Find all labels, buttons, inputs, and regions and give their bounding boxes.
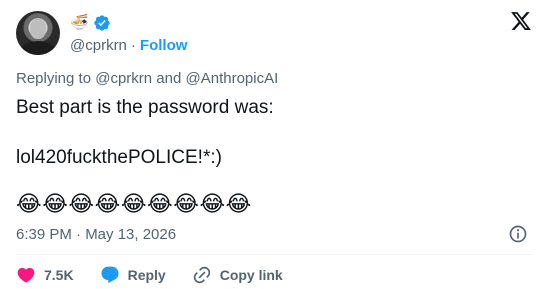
reply-conjunction: and — [156, 70, 182, 87]
reply-bubble-icon — [101, 266, 119, 284]
reply-mention-1[interactable]: @cprkrn — [95, 70, 152, 87]
handle-separator: · — [130, 37, 136, 54]
tweet-actions-bar: 7.5K Reply Copy link — [16, 264, 309, 286]
heart-icon — [17, 267, 35, 283]
follow-button[interactable]: Follow — [140, 37, 188, 55]
like-count: 7.5K — [44, 267, 74, 283]
replying-to-line: Replying to @cprkrn and @AnthropicAI — [16, 70, 278, 88]
tweet-emoji-row: 😂😂😂😂😂😂😂😂😂 — [16, 191, 252, 216]
tweet-timestamp[interactable]: 6:39 PM · May 13, 2026 — [16, 226, 176, 244]
link-icon — [193, 266, 210, 284]
actions-divider — [16, 254, 532, 255]
avatar[interactable] — [16, 11, 60, 55]
embedded-tweet-card: 🍜 @cprkrn · Follow Replying to @cprkrn a… — [0, 0, 548, 289]
reply-button[interactable]: Reply — [100, 265, 166, 285]
avatar-shoulders — [20, 41, 56, 55]
info-icon[interactable] — [508, 224, 528, 244]
copy-link-label: Copy link — [219, 267, 283, 283]
tweet-text-line-1: Best part is the password was: — [16, 97, 274, 118]
reply-label: Reply — [127, 267, 166, 283]
display-name-emoji: 🍜 — [70, 14, 89, 31]
reply-mention-2[interactable]: @AnthropicAI — [186, 70, 279, 87]
verified-badge-icon — [94, 15, 110, 31]
x-logo-icon[interactable] — [510, 10, 532, 32]
copy-link-button[interactable]: Copy link — [192, 265, 283, 285]
author-name-row[interactable]: 🍜 — [70, 13, 111, 33]
tweet-text-line-2: lol420fuckthePOLICE!*:) — [16, 147, 222, 168]
like-button[interactable]: 7.5K — [16, 265, 74, 285]
author-handle-row: @cprkrn · Follow — [70, 37, 187, 55]
avatar-face — [30, 19, 46, 39]
replying-prefix: Replying to — [16, 70, 92, 87]
author-handle[interactable]: @cprkrn — [70, 37, 127, 55]
